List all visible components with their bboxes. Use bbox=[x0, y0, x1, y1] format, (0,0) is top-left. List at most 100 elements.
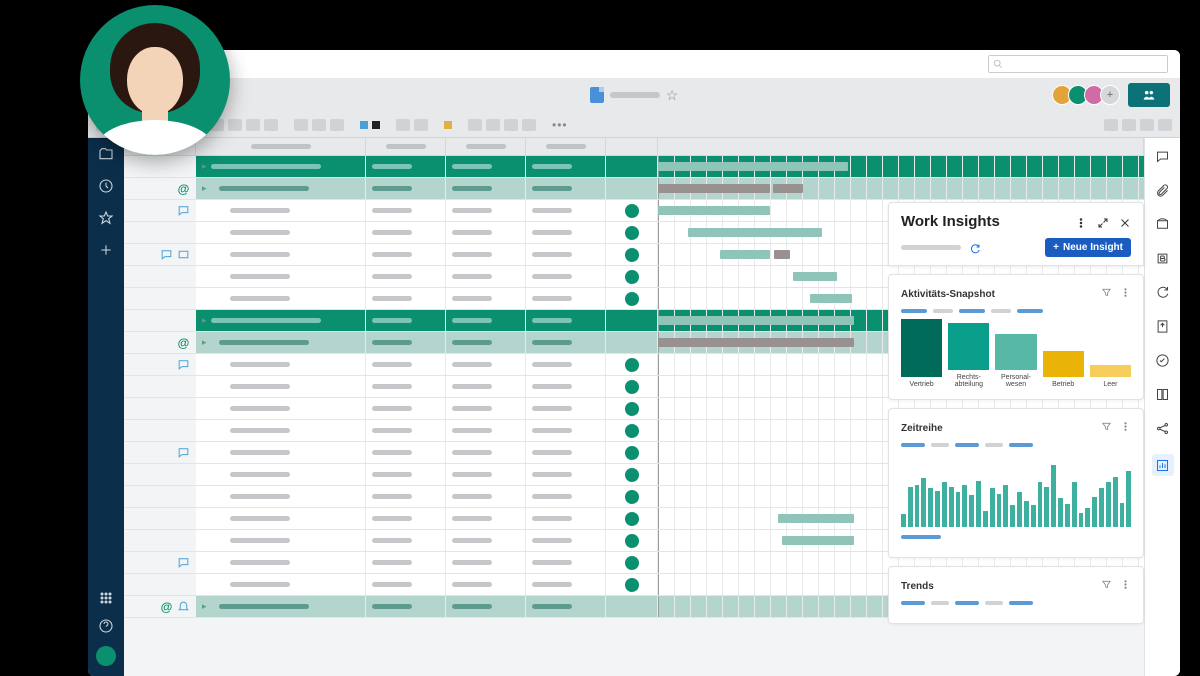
cell[interactable] bbox=[606, 376, 658, 397]
cell[interactable] bbox=[196, 508, 366, 529]
cell[interactable] bbox=[606, 398, 658, 419]
cell[interactable] bbox=[526, 310, 606, 331]
mention-icon[interactable]: @ bbox=[177, 182, 190, 195]
cell[interactable] bbox=[606, 222, 658, 243]
cell[interactable] bbox=[526, 530, 606, 551]
cell[interactable] bbox=[526, 574, 606, 595]
cell[interactable] bbox=[196, 574, 366, 595]
filter-icon[interactable] bbox=[1101, 285, 1112, 303]
cell[interactable] bbox=[366, 442, 446, 463]
cell[interactable] bbox=[366, 596, 446, 617]
cell[interactable] bbox=[446, 222, 526, 243]
cell[interactable] bbox=[446, 530, 526, 551]
cell[interactable] bbox=[446, 464, 526, 485]
cell[interactable]: ▸ bbox=[196, 178, 366, 199]
connections-icon[interactable] bbox=[1155, 420, 1171, 436]
gantt-bar[interactable] bbox=[810, 294, 852, 303]
cell[interactable] bbox=[446, 266, 526, 287]
expand-toggle-icon[interactable]: ▸ bbox=[202, 601, 207, 612]
cell[interactable] bbox=[446, 508, 526, 529]
cell[interactable] bbox=[446, 596, 526, 617]
cell[interactable] bbox=[606, 486, 658, 507]
expand-toggle-icon[interactable]: ▸ bbox=[202, 161, 207, 172]
add-icon[interactable] bbox=[98, 242, 114, 258]
cell[interactable] bbox=[446, 420, 526, 441]
cell[interactable] bbox=[526, 244, 606, 265]
gantt-bar[interactable] bbox=[688, 228, 822, 237]
toolbar-button[interactable] bbox=[468, 119, 482, 131]
sheet-row[interactable]: @▸ bbox=[124, 178, 1144, 200]
cell[interactable] bbox=[196, 266, 366, 287]
cell[interactable] bbox=[446, 178, 526, 199]
comment-icon[interactable] bbox=[177, 446, 190, 459]
cell[interactable] bbox=[606, 354, 658, 375]
new-insight-button[interactable]: + Neue Insight bbox=[1045, 238, 1131, 257]
cell[interactable] bbox=[606, 288, 658, 309]
cell[interactable]: ▸ bbox=[196, 156, 366, 177]
expand-toggle-icon[interactable]: ▸ bbox=[202, 337, 207, 348]
cell[interactable] bbox=[446, 552, 526, 573]
brandfolder-icon[interactable] bbox=[1155, 250, 1171, 266]
cell[interactable] bbox=[366, 178, 446, 199]
cell[interactable] bbox=[196, 222, 366, 243]
cell[interactable] bbox=[196, 442, 366, 463]
toolbar-button[interactable] bbox=[330, 119, 344, 131]
search-input[interactable] bbox=[988, 55, 1168, 73]
cell[interactable] bbox=[196, 200, 366, 221]
cell[interactable] bbox=[526, 200, 606, 221]
gantt-bar[interactable] bbox=[793, 272, 837, 281]
cell[interactable] bbox=[366, 420, 446, 441]
cell[interactable]: ▸ bbox=[196, 332, 366, 353]
toolbar-button[interactable] bbox=[1140, 119, 1154, 131]
gantt-bar[interactable] bbox=[658, 206, 770, 215]
toolbar-button[interactable] bbox=[312, 119, 326, 131]
cell[interactable] bbox=[526, 156, 606, 177]
cell[interactable] bbox=[196, 354, 366, 375]
expand-toggle-icon[interactable]: ▸ bbox=[202, 315, 207, 326]
cell[interactable] bbox=[606, 200, 658, 221]
collaborator-avatars[interactable]: + bbox=[1056, 85, 1120, 105]
cell[interactable] bbox=[366, 332, 446, 353]
comment-icon[interactable] bbox=[177, 358, 190, 371]
favorite-star-icon[interactable]: ☆ bbox=[666, 87, 679, 104]
cell[interactable] bbox=[526, 376, 606, 397]
cell[interactable] bbox=[606, 508, 658, 529]
gantt-bar[interactable] bbox=[774, 250, 790, 259]
toolbar-overflow[interactable]: ••• bbox=[552, 118, 568, 132]
conversations-icon[interactable] bbox=[1155, 148, 1171, 164]
user-avatar[interactable] bbox=[96, 646, 116, 666]
cell[interactable] bbox=[366, 376, 446, 397]
cell[interactable] bbox=[606, 178, 658, 199]
cell[interactable] bbox=[366, 288, 446, 309]
toolbar-button[interactable] bbox=[396, 119, 410, 131]
gantt-bar[interactable] bbox=[782, 536, 854, 545]
toolbar-button[interactable] bbox=[414, 119, 428, 131]
sheet-row[interactable]: ▸ bbox=[124, 156, 1144, 178]
apps-icon[interactable] bbox=[98, 590, 114, 606]
cell[interactable] bbox=[196, 420, 366, 441]
cell[interactable] bbox=[366, 508, 446, 529]
toolbar-button[interactable] bbox=[1122, 119, 1136, 131]
toolbar-button[interactable] bbox=[228, 119, 242, 131]
cell[interactable] bbox=[446, 332, 526, 353]
cell[interactable] bbox=[196, 486, 366, 507]
activity-log-icon[interactable] bbox=[1155, 352, 1171, 368]
cell[interactable] bbox=[446, 398, 526, 419]
cell[interactable] bbox=[526, 508, 606, 529]
cell[interactable] bbox=[446, 354, 526, 375]
toolbar-button[interactable] bbox=[486, 119, 500, 131]
gantt-bar[interactable] bbox=[773, 184, 803, 193]
cell[interactable] bbox=[366, 156, 446, 177]
attachments-icon[interactable] bbox=[1155, 182, 1171, 198]
cell[interactable] bbox=[606, 332, 658, 353]
cell[interactable] bbox=[366, 464, 446, 485]
cell[interactable] bbox=[606, 310, 658, 331]
cell[interactable]: ▸ bbox=[196, 310, 366, 331]
work-insights-icon[interactable] bbox=[1152, 454, 1174, 476]
cell[interactable] bbox=[526, 222, 606, 243]
cell[interactable] bbox=[196, 376, 366, 397]
more-icon[interactable] bbox=[1120, 285, 1131, 303]
cell[interactable] bbox=[446, 310, 526, 331]
close-icon[interactable] bbox=[1119, 216, 1131, 228]
refresh-icon[interactable] bbox=[969, 242, 981, 254]
